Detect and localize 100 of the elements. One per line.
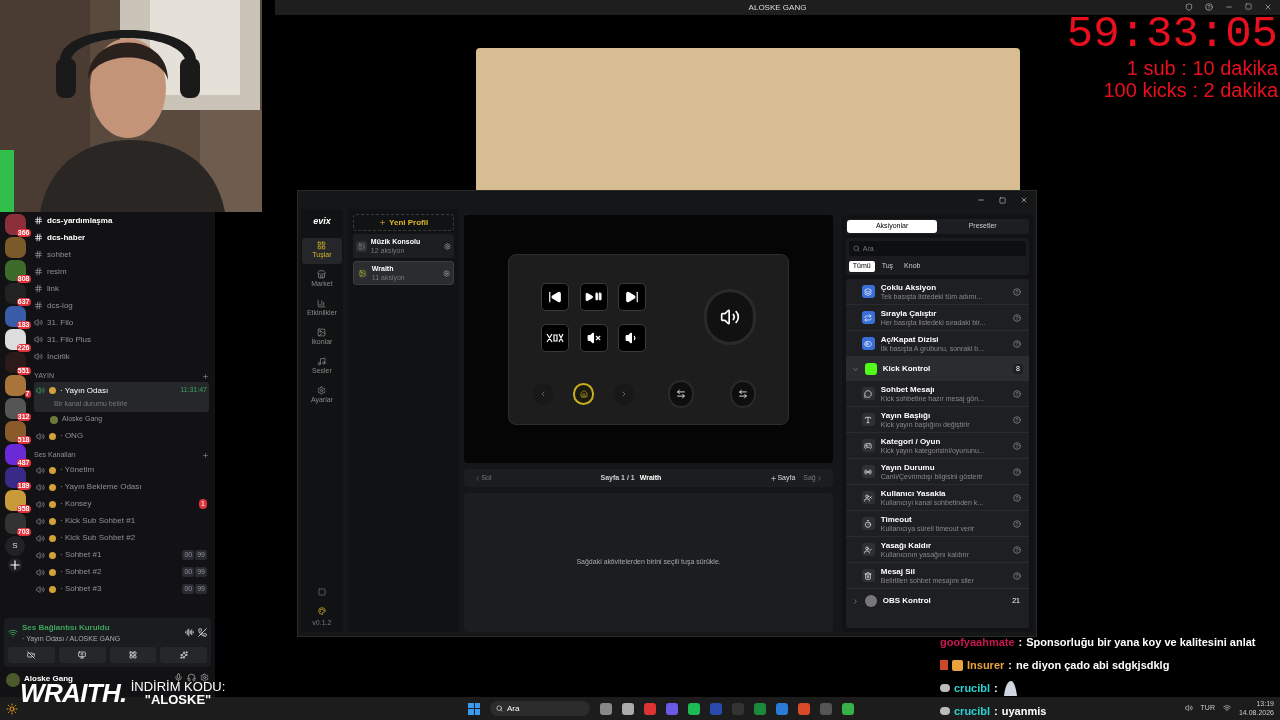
- headphones-icon[interactable]: [187, 673, 196, 682]
- speaker-icon: [36, 584, 45, 594]
- signal-icon: [8, 627, 18, 638]
- channel-item[interactable]: 31. Filo Plus: [34, 331, 209, 348]
- help-icon[interactable]: [1013, 545, 1021, 554]
- voice-channel[interactable]: · ONG: [34, 427, 209, 445]
- swap-knob[interactable]: [668, 379, 695, 408]
- group-title: OBS Kontrol: [882, 595, 932, 607]
- mic-icon[interactable]: [174, 673, 183, 682]
- taskbar-app-icon[interactable]: [754, 702, 766, 715]
- activities-icon: [128, 651, 137, 659]
- voice-action-button[interactable]: [58, 647, 106, 663]
- maximize-icon[interactable]: [1245, 3, 1252, 10]
- chevron-right-icon: [851, 597, 859, 605]
- channel-item[interactable]: İncirlik: [34, 348, 209, 365]
- settings-icon[interactable]: [444, 242, 452, 250]
- help-icon[interactable]: [1013, 467, 1021, 476]
- help-icon[interactable]: [1013, 415, 1021, 424]
- channel-item[interactable]: dcs-haber: [34, 229, 209, 246]
- group-title: Kick Kontrol: [882, 363, 932, 375]
- chat-separator: :: [1018, 634, 1023, 650]
- help-icon[interactable]: [1013, 571, 1021, 580]
- emote-icon: [1001, 680, 1018, 696]
- taskbar-search[interactable]: Ara: [490, 701, 590, 716]
- taskbar-app-icon[interactable]: [622, 702, 634, 715]
- settings-icon[interactable]: [443, 269, 451, 277]
- add-channel-icon[interactable]: [202, 372, 209, 380]
- action-title: Mesaj Sil: [880, 566, 917, 576]
- user-name: Aloske Gang: [24, 673, 73, 683]
- next-key[interactable]: [618, 282, 647, 311]
- voice-action-button[interactable]: [8, 647, 55, 663]
- mute-key[interactable]: [579, 323, 608, 352]
- speaker-icon: [36, 482, 45, 492]
- taskbar-app-icon[interactable]: [776, 702, 788, 715]
- taskbar-app-icon[interactable]: [842, 702, 854, 715]
- disconnect-icon[interactable]: [198, 628, 207, 638]
- play-icon: [584, 291, 595, 302]
- emoji-icon: [49, 432, 56, 440]
- help-icon[interactable]: [1013, 339, 1021, 348]
- play-pause-key[interactable]: [579, 282, 608, 311]
- close-icon[interactable]: [1020, 196, 1028, 204]
- previous-key[interactable]: [541, 282, 570, 311]
- search-icon: [852, 245, 860, 252]
- shield-icon[interactable]: [1185, 3, 1193, 11]
- channel-item[interactable]: dcs-yardımlaşma: [34, 212, 209, 229]
- settings-icon[interactable]: [200, 673, 209, 682]
- action-title: Kullanıcı Yasakla: [880, 488, 947, 498]
- help-icon[interactable]: [1013, 313, 1021, 322]
- noise-icon[interactable]: [185, 628, 194, 638]
- voice-status-title: Ses Bağlantısı Kuruldu: [22, 621, 111, 634]
- voice-channel[interactable]: · Kick Sub Sohbet #2: [34, 529, 209, 547]
- chat-message: Sponsorluğu bir yana koy ve kalitesini anlat: [1026, 634, 1256, 650]
- help-icon[interactable]: [1205, 3, 1213, 11]
- help-icon[interactable]: [1013, 389, 1021, 398]
- taskbar-app-icon[interactable]: [798, 702, 810, 715]
- taskbar-app-icon[interactable]: [666, 702, 678, 715]
- home-button[interactable]: [573, 382, 594, 405]
- channel-item[interactable]: 31. Filo: [34, 314, 209, 331]
- help-icon[interactable]: [1013, 287, 1021, 296]
- voice-action-button[interactable]: [109, 647, 157, 663]
- voice-action-button[interactable]: [160, 647, 207, 663]
- speaker-icon: [36, 386, 45, 395]
- taskbar-app-icon[interactable]: [644, 702, 656, 715]
- speaker-icon: [34, 318, 43, 327]
- emoji-icon: [49, 585, 56, 593]
- volume-key[interactable]: [618, 323, 647, 352]
- network-icon[interactable]: [1222, 704, 1231, 712]
- taskbar-app-icon[interactable]: [688, 702, 700, 715]
- add-channel-icon[interactable]: [202, 452, 209, 459]
- voice-channel[interactable]: · Kick Sub Sohbet #1: [34, 512, 209, 530]
- maximize-icon[interactable]: [999, 196, 1006, 204]
- emoji-icon: [49, 517, 56, 525]
- channel-item[interactable]: sohbet: [34, 246, 209, 263]
- help-icon[interactable]: [1013, 441, 1021, 450]
- swap-knob[interactable]: [730, 379, 757, 408]
- volume-icon[interactable]: [1184, 704, 1193, 712]
- group-icon: [864, 363, 877, 375]
- palette-icon[interactable]: [317, 606, 326, 615]
- server-icon[interactable]: S: [5, 536, 25, 556]
- emoji-icon: [49, 534, 56, 542]
- start-icon[interactable]: [468, 702, 480, 715]
- user-avatar: [940, 684, 950, 692]
- help-icon[interactable]: [1013, 493, 1021, 502]
- taskbar-app-icon[interactable]: [600, 702, 612, 715]
- swap-icon: [676, 388, 687, 399]
- voice-channel[interactable]: · Yayın Bekleme Odası: [34, 478, 209, 496]
- close-icon[interactable]: [1264, 3, 1272, 11]
- logo-key[interactable]: [541, 323, 570, 352]
- add-server-icon[interactable]: [8, 558, 22, 572]
- speaker-icon: [719, 307, 740, 327]
- channel-item[interactable]: dcs-log: [34, 297, 209, 314]
- emoji-icon: [49, 387, 56, 394]
- new-profile-button[interactable]: Yeni Profil: [352, 214, 455, 231]
- image-icon: [317, 327, 327, 337]
- help-icon[interactable]: [1013, 519, 1021, 528]
- channel-item[interactable]: resim: [34, 263, 209, 280]
- channel-item[interactable]: link: [34, 280, 209, 297]
- voice-channel[interactable]: · Yönetim: [34, 461, 209, 479]
- weather-icon[interactable]: [6, 702, 18, 715]
- user-ban-icon: [861, 491, 875, 504]
